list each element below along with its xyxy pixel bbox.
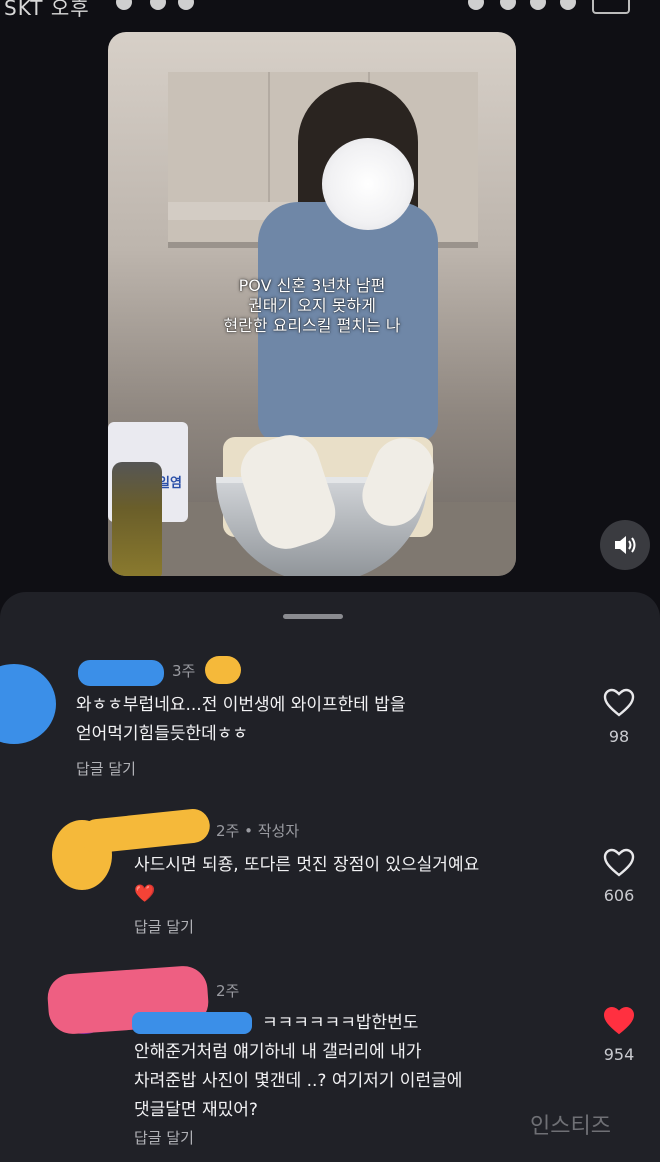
signal-icon bbox=[560, 0, 576, 10]
comment-text: 와ㅎㅎ부럽네요...전 이번생에 와이프한테 밥을 얻어먹기힘들듯한데ㅎㅎ bbox=[76, 695, 406, 744]
mute-status-icon bbox=[500, 0, 516, 10]
dnd-icon bbox=[468, 0, 484, 10]
message-icon bbox=[178, 0, 194, 10]
comment-text: ㅋㅋㅋㅋㅋㅋ밥한번도 안해준거처럼 얘기하네 내 갤러리에 내가 차려준밥 사진… bbox=[134, 1013, 463, 1120]
wifi-icon bbox=[530, 0, 546, 10]
heart-icon[interactable] bbox=[603, 688, 635, 718]
redacted-username[interactable] bbox=[78, 660, 164, 686]
video-player[interactable]: 일염 POV 신혼 3년차 남편 권태기 오지 못하게 현란한 요리스킬 펼치는… bbox=[108, 32, 516, 576]
heart-icon[interactable] bbox=[603, 848, 635, 878]
status-bar: SKT 오후 bbox=[0, 0, 660, 24]
caption-line: POV 신혼 3년차 남편 bbox=[238, 276, 386, 295]
like-count: 606 bbox=[603, 886, 635, 905]
blurred-face bbox=[322, 138, 414, 230]
notification-icon bbox=[116, 0, 132, 10]
comment-age: 2주 • 작성자 bbox=[216, 822, 300, 840]
reply-button[interactable]: 답글 달기 bbox=[76, 758, 136, 779]
reply-button[interactable]: 답글 달기 bbox=[134, 916, 194, 937]
like-count: 954 bbox=[603, 1045, 635, 1064]
like-count: 98 bbox=[608, 727, 630, 746]
caption-line: 현란한 요리스킬 펼치는 나 bbox=[223, 316, 401, 335]
mute-button[interactable] bbox=[600, 520, 650, 570]
battery-icon bbox=[592, 0, 630, 14]
comment-text: 사드시면 되죵, 또다른 멋진 장점이 있으실거예요 ❤️ bbox=[134, 855, 480, 904]
reply-button[interactable]: 답글 달기 bbox=[134, 1127, 194, 1148]
watermark: 인스티즈 bbox=[530, 1114, 611, 1139]
app-icon bbox=[150, 0, 166, 10]
comment-age: 2주 bbox=[216, 982, 240, 1000]
speaker-icon bbox=[615, 536, 636, 554]
video-scene-bottle bbox=[112, 462, 162, 576]
comment-age: 3주 bbox=[172, 662, 196, 680]
carrier-label: SKT 오후 bbox=[4, 0, 90, 20]
caption-line: 권태기 오지 못하게 bbox=[248, 296, 376, 315]
heart-filled-icon[interactable] bbox=[603, 1006, 635, 1036]
video-caption: POV 신혼 3년차 남편 권태기 오지 못하게 현란한 요리스킬 펼치는 나 bbox=[108, 276, 516, 336]
redacted-badge bbox=[205, 656, 241, 684]
sheet-drag-handle[interactable] bbox=[283, 614, 343, 619]
